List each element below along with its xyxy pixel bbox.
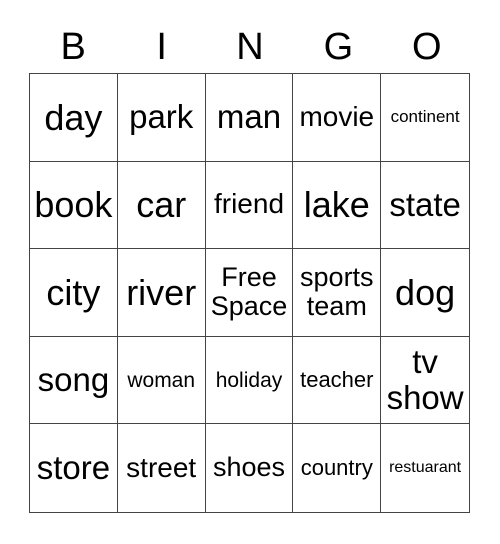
bingo-card-grid: day park man movie continent book car fr… <box>29 73 470 513</box>
bingo-cell[interactable]: sports team <box>293 249 382 337</box>
bingo-cell[interactable]: man <box>205 74 294 162</box>
bingo-cell[interactable]: book <box>30 161 118 250</box>
bingo-cell[interactable]: teacher <box>293 336 382 425</box>
bingo-cell[interactable]: park <box>117 74 206 162</box>
header-letter-b: B <box>60 26 86 68</box>
bingo-cell[interactable]: continent <box>381 74 469 162</box>
bingo-cell[interactable]: day <box>30 74 118 162</box>
bingo-cell[interactable]: woman <box>117 336 206 425</box>
bingo-cell[interactable]: store <box>30 424 118 512</box>
bingo-cell[interactable]: city <box>30 249 118 337</box>
header-letter-g: G <box>323 26 354 68</box>
header-letter-o: O <box>412 26 442 68</box>
bingo-cell[interactable]: car <box>117 161 206 250</box>
bingo-cell[interactable]: song <box>30 336 118 425</box>
header-letter-n: N <box>236 26 264 68</box>
bingo-cell[interactable]: tv show <box>381 337 469 425</box>
bingo-cell[interactable]: country <box>293 424 382 512</box>
header-letter-i: I <box>156 26 167 68</box>
bingo-cell[interactable]: river <box>117 249 206 337</box>
bingo-cell[interactable]: friend <box>205 161 294 250</box>
bingo-cell[interactable]: lake <box>293 161 382 250</box>
bingo-cell[interactable]: movie <box>293 74 382 162</box>
bingo-cell[interactable]: state <box>381 162 469 250</box>
bingo-cell[interactable]: restuarant <box>381 424 469 512</box>
bingo-cell[interactable]: street <box>118 424 206 512</box>
bingo-cell[interactable]: dog <box>381 249 469 337</box>
bingo-cell[interactable]: holiday <box>205 336 294 425</box>
free-space-cell[interactable]: Free Space <box>205 249 294 337</box>
bingo-cell[interactable]: shoes <box>206 424 294 512</box>
bingo-header: B I N G O <box>29 22 471 72</box>
